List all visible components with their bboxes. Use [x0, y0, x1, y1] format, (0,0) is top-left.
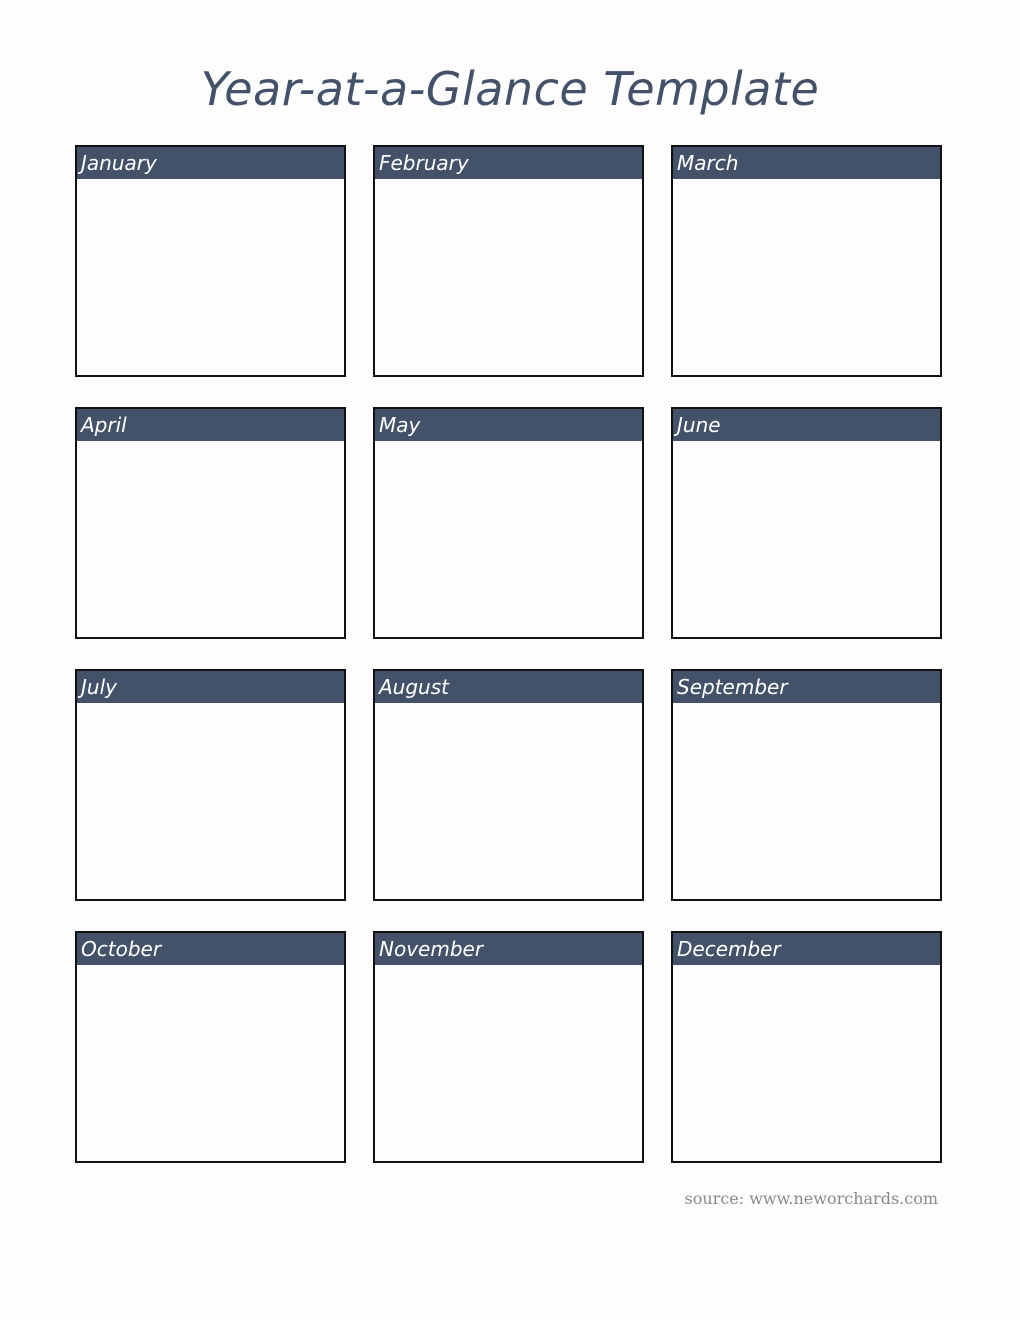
month-header: April	[77, 409, 344, 441]
month-box-december: December	[671, 931, 942, 1163]
months-grid: January February March April May June Ju…	[75, 145, 942, 1163]
month-notes-area[interactable]	[375, 441, 642, 637]
month-box-october: October	[75, 931, 346, 1163]
month-notes-area[interactable]	[673, 703, 940, 899]
month-header: May	[375, 409, 642, 441]
month-box-august: August	[373, 669, 644, 901]
month-header: February	[375, 147, 642, 179]
month-box-july: July	[75, 669, 346, 901]
month-header: August	[375, 671, 642, 703]
month-header: March	[673, 147, 940, 179]
month-notes-area[interactable]	[673, 441, 940, 637]
month-header: June	[673, 409, 940, 441]
month-box-june: June	[671, 407, 942, 639]
month-notes-area[interactable]	[77, 703, 344, 899]
month-notes-area[interactable]	[673, 179, 940, 375]
month-header: July	[77, 671, 344, 703]
month-notes-area[interactable]	[375, 703, 642, 899]
month-notes-area[interactable]	[77, 179, 344, 375]
month-box-april: April	[75, 407, 346, 639]
month-header: January	[77, 147, 344, 179]
month-notes-area[interactable]	[77, 441, 344, 637]
month-header: November	[375, 933, 642, 965]
month-box-november: November	[373, 931, 644, 1163]
month-notes-area[interactable]	[77, 965, 344, 1161]
month-notes-area[interactable]	[375, 965, 642, 1161]
month-notes-area[interactable]	[673, 965, 940, 1161]
month-box-september: September	[671, 669, 942, 901]
page-title: Year-at-a-Glance Template	[200, 62, 820, 116]
month-notes-area[interactable]	[375, 179, 642, 375]
source-credit: source: www.neworchards.com	[684, 1189, 938, 1208]
month-box-february: February	[373, 145, 644, 377]
month-box-may: May	[373, 407, 644, 639]
month-box-january: January	[75, 145, 346, 377]
month-header: October	[77, 933, 344, 965]
month-header: September	[673, 671, 940, 703]
month-header: December	[673, 933, 940, 965]
month-box-march: March	[671, 145, 942, 377]
